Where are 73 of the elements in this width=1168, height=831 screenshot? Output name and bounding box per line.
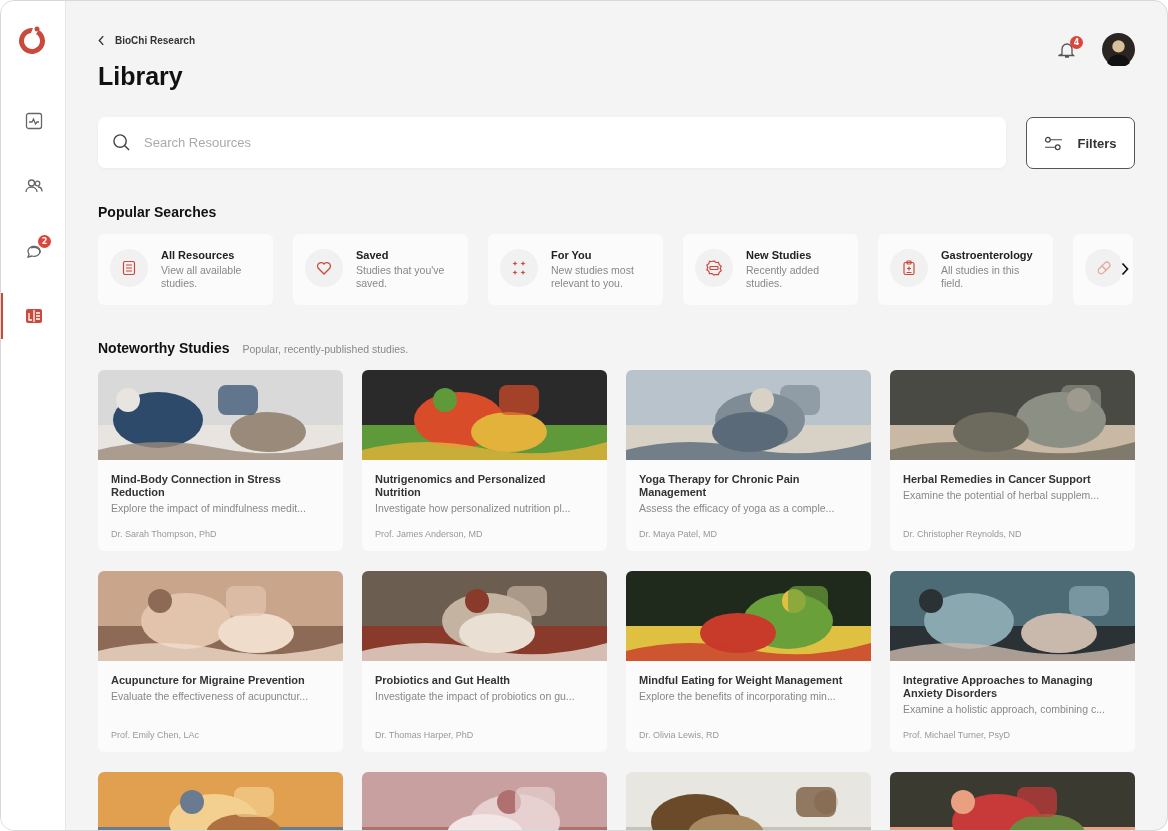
notification-badge: 4 [1070, 35, 1083, 49]
tile-title: New Studies [746, 249, 813, 261]
category-tile[interactable]: New Studies Recently added studies. [683, 234, 858, 305]
notification-badge: 2 [38, 235, 51, 248]
study-card[interactable]: Acupuncture for Migraine Prevention Evaluate the effectiveness of acupunctur... Prof. Emily Chen, LAc [98, 571, 343, 752]
book-icon [25, 307, 43, 325]
tile-description: Studies that you've saved. [356, 264, 446, 291]
category-tile[interactable] [1073, 234, 1133, 305]
study-description: Evaluate the effectiveness of acupunctur... [111, 690, 310, 703]
study-author: Prof. Emily Chen, LAc [111, 730, 201, 740]
clipboard-icon [901, 260, 917, 276]
study-card[interactable]: Herbal Remedies in Cancer Support Examine the potential of herbal supplem... Dr. Christopher Reynolds, ND [890, 370, 1135, 551]
study-description: Investigate how personalized nutrition pl... [375, 502, 572, 515]
tile-title: Saved [356, 249, 390, 261]
bell-icon[interactable] [1058, 40, 1076, 59]
study-card[interactable]: Integrative Approaches to Managing Anxiety Disorders Examine a holistic approach, combining c... Prof. Michael Turner, PsyD [890, 571, 1135, 752]
tile-description: New studies most relevant to you. [551, 264, 635, 291]
study-author: Prof. James Anderson, MD [375, 529, 484, 539]
study-author: Dr. Olivia Lewis, RD [639, 730, 720, 740]
avatar[interactable] [1102, 33, 1135, 66]
study-card[interactable]: Mindful Eating for Weight Management Explore the benefits of incorporating min... Dr. Olivia Lewis, RD [626, 571, 871, 752]
tile-title: Gastroenterology [941, 249, 1034, 261]
search-icon [112, 133, 131, 152]
sliders-icon [1044, 135, 1064, 151]
category-tile[interactable]: All Resources View all available studies. [98, 234, 273, 305]
users-icon [25, 177, 43, 195]
study-description: Investigate the impact of probiotics on gu... [375, 690, 576, 703]
new-seal-icon [706, 260, 722, 276]
study-title: Integrative Approaches to Managing Anxiety Disorders [903, 674, 1094, 701]
study-title: Mind-Body Connection in Stress Reduction [111, 473, 282, 500]
tile-description: Recently added studies. [746, 264, 820, 291]
study-title: Mindful Eating for Weight Management [639, 674, 844, 688]
study-description: Assess the efficacy of yoga as a comple... [639, 502, 836, 515]
section-subtitle: Popular, recently-published studies. [242, 343, 409, 355]
study-title: Probiotics and Gut Health [375, 674, 512, 688]
page-title: Library [98, 62, 184, 91]
study-author: Dr. Sarah Thompson, PhD [111, 529, 218, 539]
document-icon [121, 260, 137, 276]
study-card[interactable]: Probiotics and Gut Health Investigate the impact of probiotics on gu... Dr. Thomas Harper, PhD [362, 571, 607, 752]
tile-description: All studies in this field. [941, 264, 1021, 291]
heart-icon [316, 260, 332, 276]
category-tile[interactable]: Gastroenterology All studies in this field. [878, 234, 1053, 305]
filters-button[interactable]: Filters [1026, 117, 1135, 169]
section-title: Noteworthy Studies [98, 340, 230, 356]
study-description: Explore the benefits of incorporating min... [639, 690, 837, 703]
activity-icon [25, 112, 43, 130]
sidebar-item[interactable]: 2 [1, 228, 65, 274]
sparkles-icon [511, 260, 527, 276]
section-title: Popular Searches [98, 204, 218, 220]
tile-description: View all available studies. [161, 264, 243, 291]
study-description: Examine a holistic approach, combining c... [903, 703, 1106, 716]
study-author: Dr. Christopher Reynolds, ND [903, 529, 1023, 539]
tile-title: All Resources [161, 249, 236, 261]
pill-icon [1096, 260, 1112, 276]
study-card[interactable]: Yoga Therapy for Chronic Pain Management Assess the efficacy of yoga as a comple... Dr. Maya Patel, MD [626, 370, 871, 551]
study-title: Nutrigenomics and Personalized Nutrition [375, 473, 547, 500]
study-description: Explore the impact of mindfulness medit... [111, 502, 307, 515]
study-author: Dr. Thomas Harper, PhD [375, 730, 475, 740]
chevron-left-icon [98, 35, 105, 46]
tile-title: For You [551, 249, 593, 261]
study-title: Herbal Remedies in Cancer Support [903, 473, 1092, 487]
study-card[interactable]: Nutrigenomics and Personalized Nutrition Investigate how personalized nutrition pl... Prof. James Anderson, MD [362, 370, 607, 551]
category-tile[interactable]: For You New studies most relevant to you. [488, 234, 663, 305]
search-field[interactable]: Search Resources [98, 117, 1006, 168]
back-link[interactable]: BioChi Research [98, 35, 196, 46]
category-tile[interactable]: Saved Studies that you've saved. [293, 234, 468, 305]
study-description: Examine the potential of herbal supplem... [903, 489, 1101, 502]
study-card[interactable]: Mind-Body Connection in Stress Reduction Explore the impact of mindfulness medit... Dr. Sarah Thompson, PhD [98, 370, 343, 551]
chevron-right-icon [1121, 262, 1129, 276]
study-author: Dr. Maya Patel, MD [639, 529, 719, 539]
study-title: Yoga Therapy for Chronic Pain Management [639, 473, 801, 500]
study-title: Acupuncture for Migraine Prevention [111, 674, 306, 688]
study-author: Prof. Michael Turner, PsyD [903, 730, 1012, 740]
